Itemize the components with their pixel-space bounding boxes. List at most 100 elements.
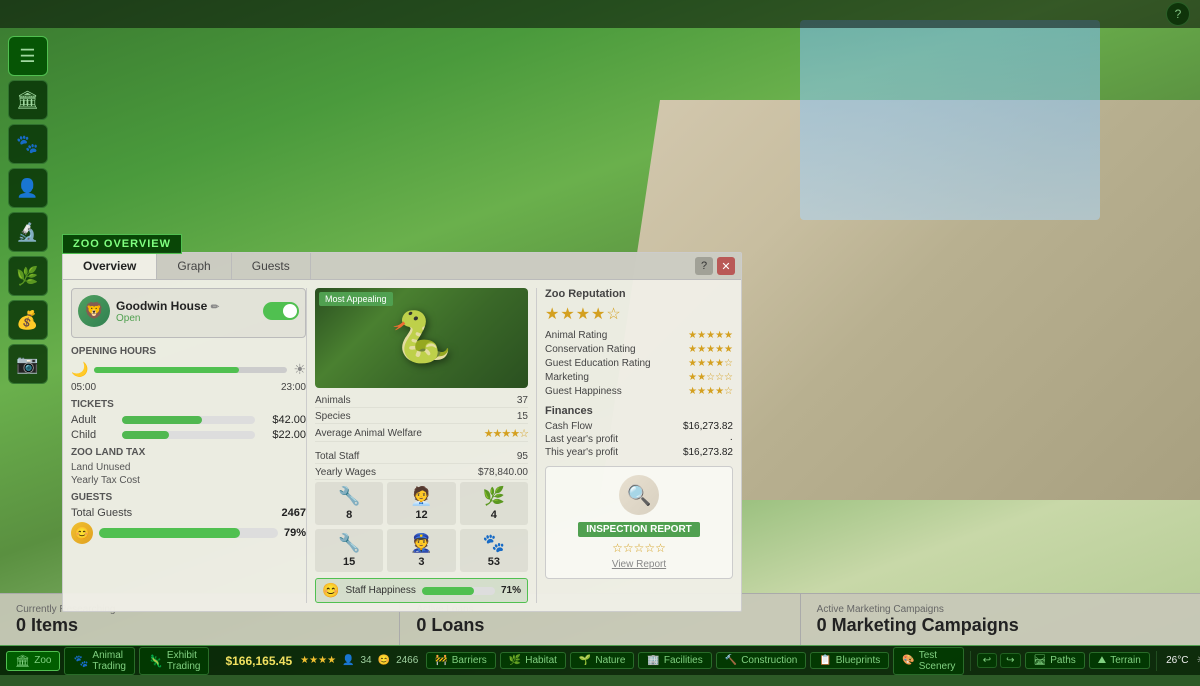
staff-section: Total Staff 95 Yearly Wages $78,840.00 🔧… bbox=[315, 450, 528, 603]
habitat-status: Open bbox=[116, 313, 219, 324]
undo-button[interactable]: ↩ bbox=[977, 653, 997, 668]
sidebar-icon-zoo[interactable]: 🏛 bbox=[8, 80, 48, 120]
staff-cell-2: 🌿 4 bbox=[460, 482, 528, 525]
taskbar-paths[interactable]: 🛤 Paths bbox=[1025, 652, 1085, 669]
rep-education-label: Guest Education Rating bbox=[545, 358, 651, 369]
happiness-count: 2466 bbox=[396, 655, 418, 666]
habitat-icon-tb: 🌿 bbox=[509, 655, 521, 666]
land-unused-label: Land Unused bbox=[71, 462, 131, 473]
staff-icon-2: 🌿 bbox=[483, 486, 505, 507]
welfare-label: Average Animal Welfare bbox=[315, 428, 422, 439]
zoo-icon: 🏛 bbox=[15, 654, 30, 668]
tab-overview[interactable]: Overview bbox=[63, 253, 157, 279]
sun-icon: ☀ bbox=[293, 361, 306, 378]
taskbar-right: 🚧 Barriers 🌿 Habitat 🌱 Nature 🏢 Faciliti… bbox=[426, 636, 1200, 686]
right-column: Zoo Reputation ★★★★☆ Animal Rating ★★★★★… bbox=[536, 288, 733, 603]
taskbar-nature[interactable]: 🌱 Nature bbox=[570, 652, 634, 669]
barriers-icon: 🚧 bbox=[435, 655, 447, 666]
animals-row: Animals 37 bbox=[315, 394, 528, 408]
welfare-stars: ★★★★☆ bbox=[484, 427, 528, 440]
tickets-label: TICKETS bbox=[71, 399, 306, 410]
edit-icon[interactable]: ✏ bbox=[211, 302, 219, 313]
panel-help-button[interactable]: ? bbox=[695, 257, 713, 275]
guests-icon: 👤 bbox=[342, 655, 354, 666]
view-report-button[interactable]: View Report bbox=[554, 559, 724, 570]
rep-marketing-label: Marketing bbox=[545, 372, 589, 383]
taskbar-test-scenery[interactable]: 🎨 Test Scenery bbox=[893, 647, 964, 675]
rep-education-stars: ★★★★☆ bbox=[688, 358, 733, 369]
inspection-icon: 🔍 bbox=[619, 475, 659, 515]
hours-values: 05:00 23:00 bbox=[71, 382, 306, 393]
sidebar-icon-camera[interactable]: 📷 bbox=[8, 344, 48, 384]
help-icon[interactable]: ? bbox=[1166, 2, 1190, 26]
total-staff-row: Total Staff 95 bbox=[315, 450, 528, 464]
research-value: 0 Items bbox=[16, 615, 383, 636]
rep-happiness-label: Guest Happiness bbox=[545, 386, 622, 397]
sidebar-icon-staff[interactable]: 👤 bbox=[8, 168, 48, 208]
left-sidebar: ☰ 🏛 🐾 👤 🔬 🌿 💰 📷 bbox=[0, 28, 55, 392]
sidebar-icon-conservation[interactable]: 🌿 bbox=[8, 256, 48, 296]
adult-bar[interactable] bbox=[122, 416, 255, 424]
inspection-label: INSPECTION REPORT bbox=[578, 522, 700, 537]
taskbar-btn-exhibit-trading[interactable]: 🦎 Exhibit Trading bbox=[139, 647, 209, 675]
taskbar-habitat[interactable]: 🌿 Habitat bbox=[500, 652, 566, 669]
staff-cell-1: 🧑‍💼 12 bbox=[387, 482, 455, 525]
land-unused-row: Land Unused bbox=[71, 462, 306, 473]
habitat-icon: 🦁 bbox=[78, 295, 110, 327]
taskbar-facilities[interactable]: 🏢 Facilities bbox=[638, 652, 711, 669]
last-profit-row: Last year's profit · bbox=[545, 434, 733, 445]
staff-icon-0: 🔧 bbox=[338, 486, 360, 507]
tab-bar: Overview Graph Guests ? ✕ bbox=[63, 253, 741, 280]
rating-display: ★★★★ bbox=[300, 655, 336, 666]
tab-guests[interactable]: Guests bbox=[232, 253, 311, 279]
staff-happiness-row: 😊 Staff Happiness 71% bbox=[315, 578, 528, 603]
welfare-row: Average Animal Welfare ★★★★☆ bbox=[315, 426, 528, 442]
marketing-value: 0 Marketing Campaigns bbox=[817, 615, 1184, 636]
sidebar-icon-research[interactable]: 🔬 bbox=[8, 212, 48, 252]
main-panel: Overview Graph Guests ? ✕ 🦁 Goodwin Hous… bbox=[62, 252, 742, 612]
taskbar-blueprints[interactable]: 📋 Blueprints bbox=[810, 652, 889, 669]
temperature-display: 26°C bbox=[1166, 655, 1188, 666]
habitat-toggle[interactable] bbox=[263, 302, 299, 320]
land-tax-label: ZOO LAND TAX bbox=[71, 447, 306, 458]
sidebar-icon-animals[interactable]: 🐾 bbox=[8, 124, 48, 164]
taskbar-btn-zoo[interactable]: 🏛 Zoo bbox=[6, 651, 60, 671]
nature-icon: 🌱 bbox=[579, 655, 591, 666]
rep-marketing: Marketing ★★☆☆☆ bbox=[545, 372, 733, 383]
finances-title: Finances bbox=[545, 405, 733, 417]
hours-slider[interactable] bbox=[94, 367, 287, 373]
ticket-adult-row: Adult $42.00 bbox=[71, 414, 306, 426]
speed-controls: ↩ ↪ bbox=[977, 653, 1021, 668]
animals-label: Animals bbox=[315, 395, 351, 406]
sidebar-icon-menu[interactable]: ☰ bbox=[8, 36, 48, 76]
this-profit-row: This year's profit $16,273.82 bbox=[545, 447, 733, 458]
taskbar-barriers[interactable]: 🚧 Barriers bbox=[426, 652, 495, 669]
staff-cell-4: 👮 3 bbox=[387, 529, 455, 572]
rep-education-rating: Guest Education Rating ★★★★☆ bbox=[545, 358, 733, 369]
staff-happy-bar-wrap bbox=[422, 587, 495, 595]
happiness-icon: 😊 bbox=[71, 522, 93, 544]
staff-icon-1: 🧑‍💼 bbox=[410, 486, 432, 507]
taskbar-btn-animal-trading[interactable]: 🐾 Animal Trading bbox=[64, 647, 134, 675]
animal-trading-icon: 🐾 bbox=[73, 654, 88, 668]
tab-graph[interactable]: Graph bbox=[157, 253, 231, 279]
panel-close-button[interactable]: ✕ bbox=[717, 257, 735, 275]
child-bar[interactable] bbox=[122, 431, 255, 439]
species-value: 15 bbox=[517, 411, 528, 422]
sun-temp-icon: ☀ bbox=[1196, 655, 1200, 666]
middle-column: Most Appealing Animals 37 Species 15 Ave… bbox=[306, 288, 536, 603]
terrain-icon: ⛰ bbox=[1098, 655, 1106, 666]
child-label: Child bbox=[71, 429, 116, 441]
paths-icon: 🛤 bbox=[1034, 655, 1047, 666]
staff-cell-3: 🔧 15 bbox=[315, 529, 383, 572]
staff-num-1: 12 bbox=[415, 509, 427, 521]
redo-button[interactable]: ↪ bbox=[1000, 653, 1020, 668]
rep-conservation-stars: ★★★★★ bbox=[688, 344, 733, 355]
taskbar-terrain[interactable]: ⛰ Terrain bbox=[1089, 652, 1150, 669]
taskbar-construction[interactable]: 🔨 Construction bbox=[716, 652, 807, 669]
reputation-overall-stars: ★★★★☆ bbox=[545, 304, 733, 324]
total-guests-row: Total Guests 2467 bbox=[71, 507, 306, 519]
sidebar-icon-finance[interactable]: 💰 bbox=[8, 300, 48, 340]
ticket-child-row: Child $22.00 bbox=[71, 429, 306, 441]
habitat-name: Goodwin House ✏ bbox=[116, 299, 219, 313]
